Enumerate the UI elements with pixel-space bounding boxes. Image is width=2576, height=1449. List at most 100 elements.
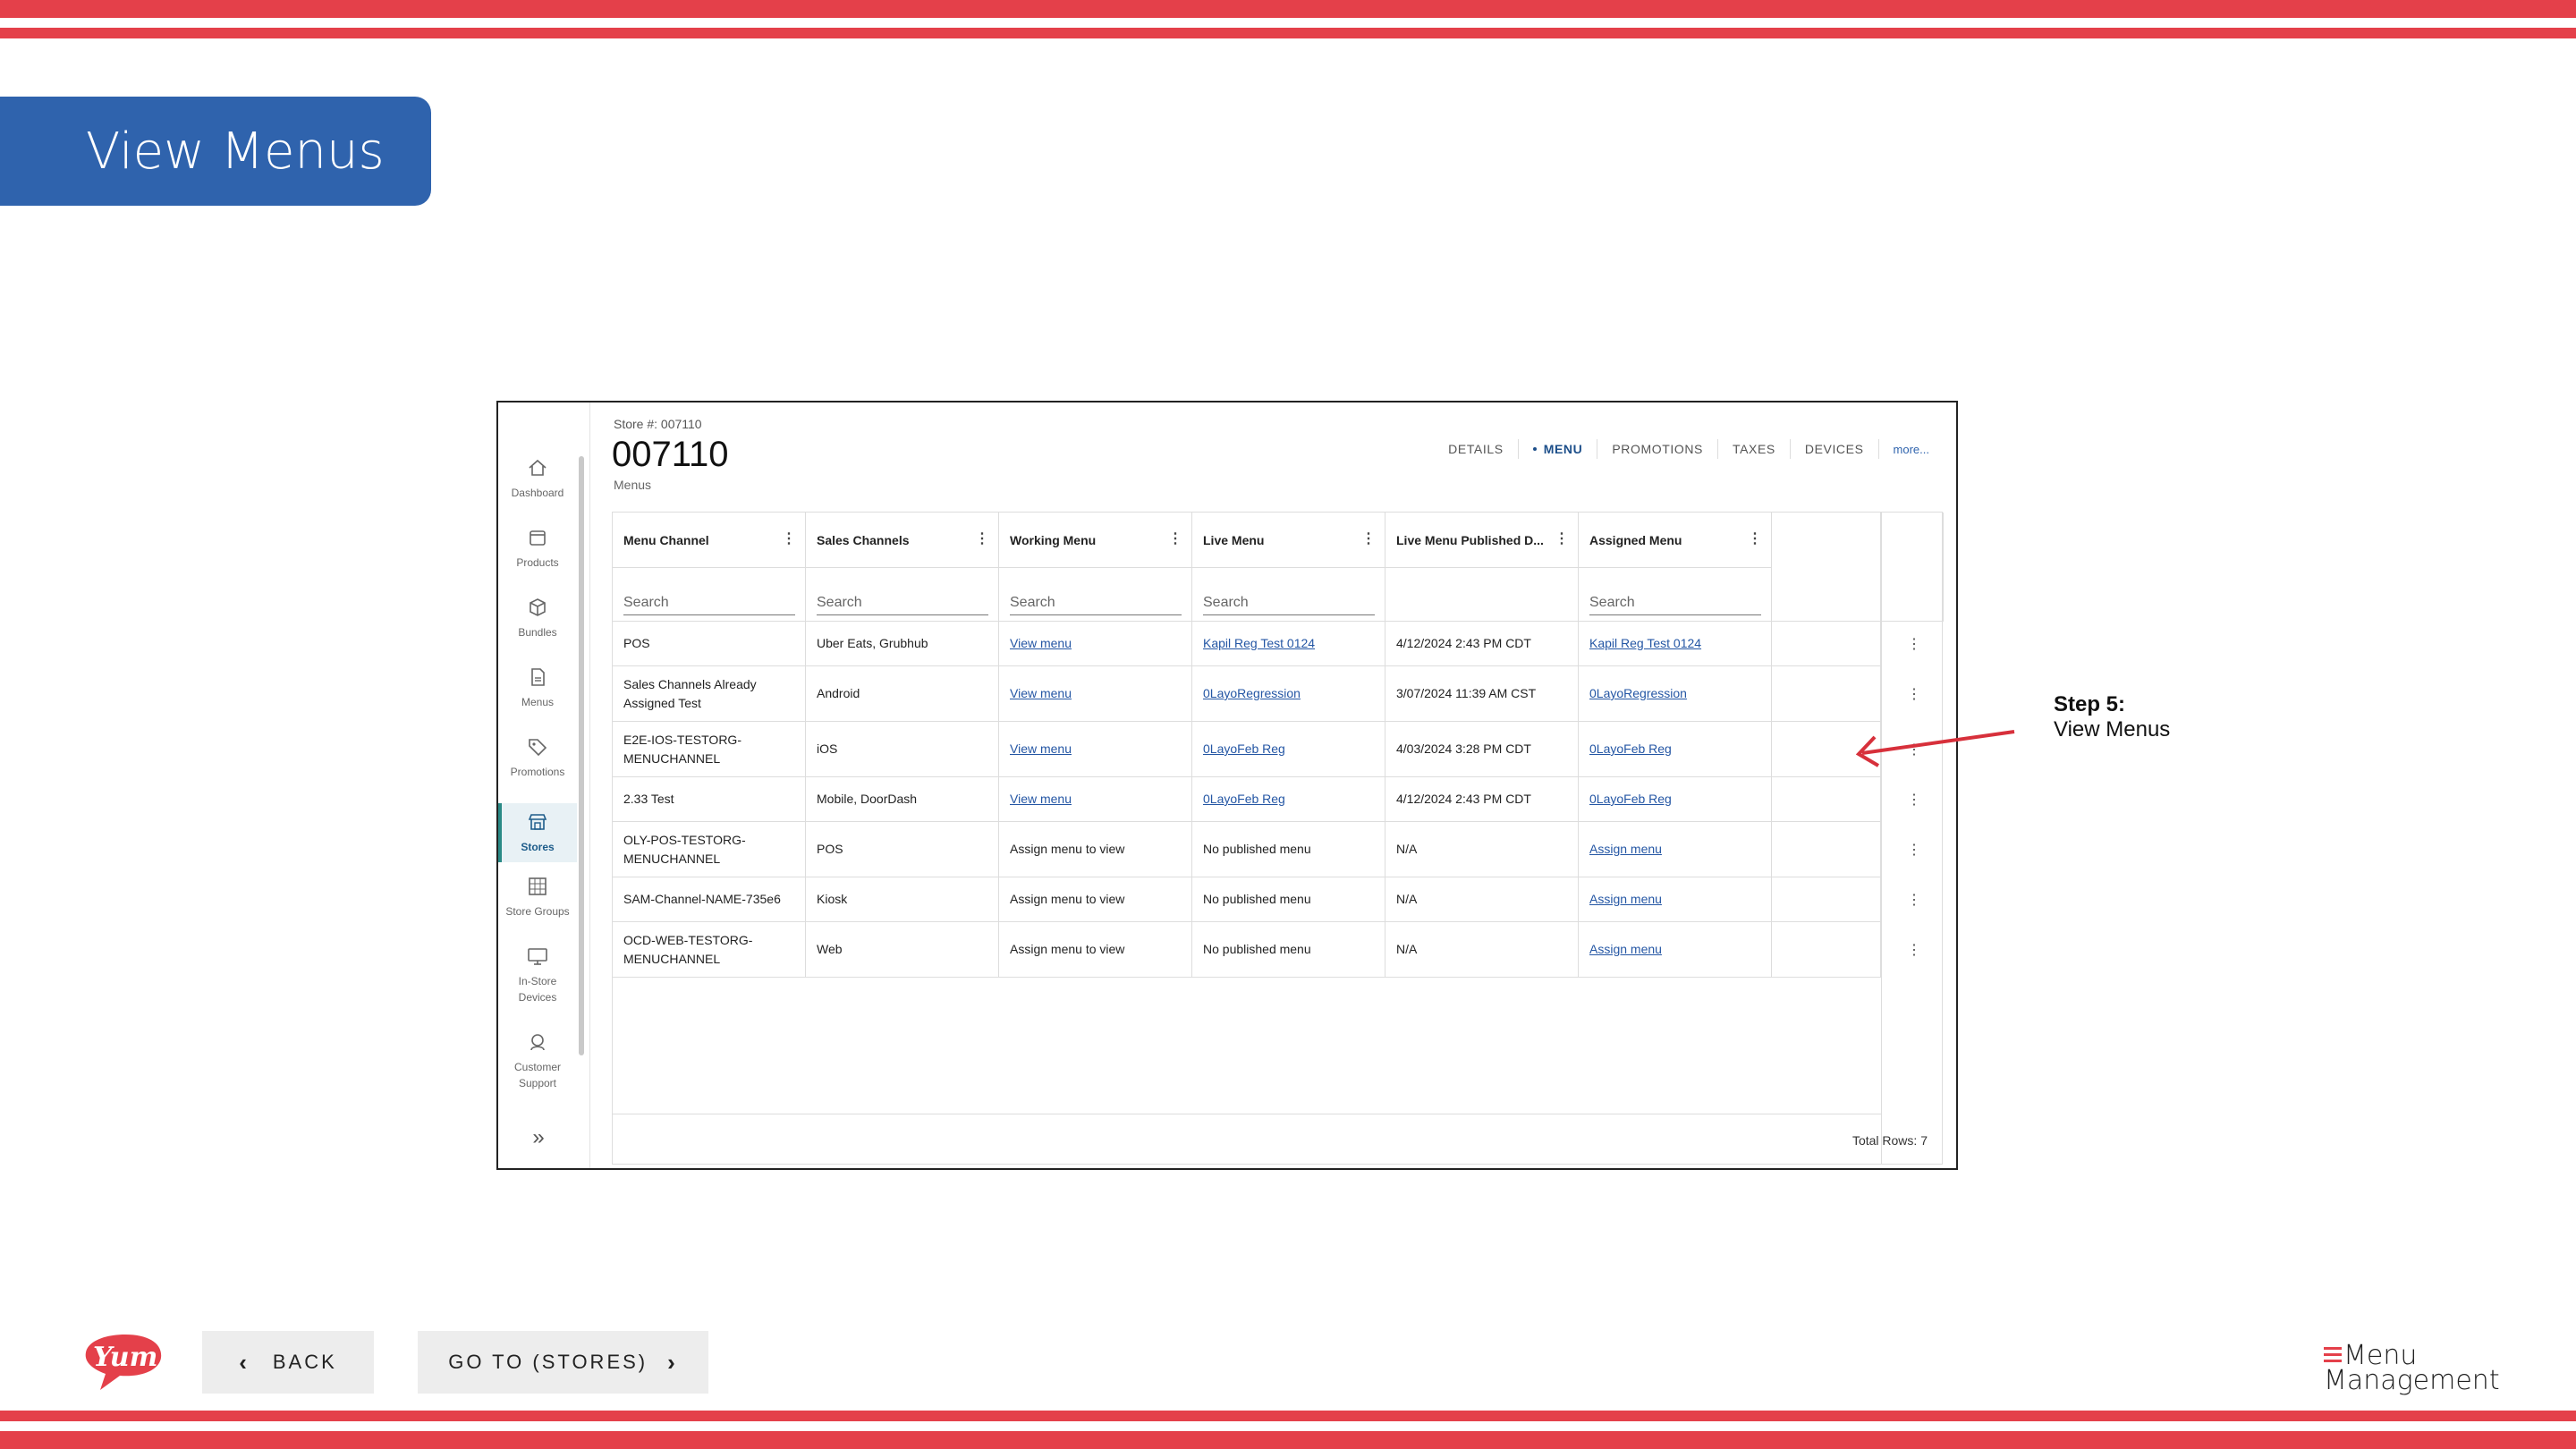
row-actions-icon[interactable]: ⋮ [1905,891,1923,909]
table-link[interactable]: Assign menu [1589,890,1662,909]
search-input-live-menu[interactable]: Search [1203,595,1375,615]
table-cell-working-menu: Assign menu to view [999,877,1192,921]
table-cell-live-menu[interactable]: Kapil Reg Test 0124 [1192,622,1385,665]
table-text: Sales Channels Already Assigned Test [623,676,757,710]
table-cell-assigned-menu[interactable]: 0LayoFeb Reg [1579,722,1772,776]
row-actions-icon[interactable]: ⋮ [1905,635,1923,653]
step-text: View Menus [2054,717,2171,741]
table-cell-live-menu[interactable]: 0LayoFeb Reg [1192,722,1385,776]
table-cell-live-menu[interactable]: 0LayoFeb Reg [1192,777,1385,821]
table-cell-working-menu[interactable]: View menu [999,777,1192,821]
table-link[interactable]: 0LayoFeb Reg [1203,740,1285,758]
table-text: Assign menu to view [1010,842,1125,856]
table-link[interactable]: View menu [1010,740,1072,758]
table-link[interactable]: 0LayoFeb Reg [1203,790,1285,809]
sidebar-item-promotions[interactable]: Promotions [498,735,577,780]
row-actions-icon[interactable]: ⋮ [1905,941,1923,959]
table-text: No published menu [1203,842,1311,856]
table-link[interactable]: View menu [1010,634,1072,653]
tab-details[interactable]: DETAILS [1434,439,1518,459]
table-cell-working-menu[interactable]: View menu [999,666,1192,721]
sidebar-item-menus[interactable]: Menus [498,665,577,710]
search-cell: Search [613,568,806,622]
sidebar-item-label: Promotions [510,766,565,778]
table-cell-live-menu-published-date: N/A [1385,822,1579,877]
table-cell-menu-channel: OCD-WEB-TESTORG-MENUCHANNEL [613,922,806,977]
sidebar-item-stores[interactable]: Stores [498,803,577,862]
tab-devices[interactable]: DEVICES [1789,439,1878,459]
tab-promotions[interactable]: PROMOTIONS [1597,439,1717,459]
column-menu-icon[interactable]: ⋮ [1748,532,1762,547]
table-cell-sales-channels: POS [806,822,999,877]
sidebar-item-in-store-devices[interactable]: In-Store Devices [498,945,577,1005]
column-menu-icon[interactable]: ⋮ [782,532,796,547]
header-spacer [1881,513,1944,622]
document-icon [531,668,545,686]
sidebar-item-customer-support[interactable]: Customer Support [498,1030,577,1091]
table-cell-assigned-menu[interactable]: Kapil Reg Test 0124 [1579,622,1772,665]
table-cell-live-menu[interactable]: 0LayoRegression [1192,666,1385,721]
column-menu-icon[interactable]: ⋮ [1168,532,1182,547]
table-link[interactable]: View menu [1010,684,1072,703]
table-cell-assigned-menu[interactable]: Assign menu [1579,822,1772,877]
search-input-working-menu[interactable]: Search [1010,595,1182,615]
table-link[interactable]: 0LayoFeb Reg [1589,740,1672,758]
column-header-sales-channels[interactable]: Sales Channels ⋮ [806,513,999,568]
row-actions-icon[interactable]: ⋮ [1905,841,1923,859]
tab-taxes[interactable]: TAXES [1716,439,1790,459]
tab-menu[interactable]: MENU [1517,439,1597,459]
table-cell-sales-channels: Web [806,922,999,977]
column-header-live-menu[interactable]: Live Menu ⋮ [1192,513,1385,568]
column-header-assigned-menu[interactable]: Assigned Menu ⋮ [1579,513,1772,568]
go-to-stores-label: GO TO (STORES) [448,1351,648,1373]
sidebar-scrollbar[interactable] [579,456,584,1055]
main-content: Store #: 007110 007110 Menus DETAILS MEN… [590,402,1956,1168]
table-link[interactable]: 0LayoRegression [1589,684,1687,703]
table-cell-live-menu: No published menu [1192,822,1385,877]
column-header-working-menu[interactable]: Working Menu ⋮ [999,513,1192,568]
table-cell-assigned-menu[interactable]: Assign menu [1579,877,1772,921]
sidebar-item-dashboard[interactable]: Dashboard [498,456,577,501]
sidebar-item-label: Menus [521,696,555,708]
table-text: No published menu [1203,892,1311,906]
cube-icon [530,598,546,616]
column-header-live-menu-published-date[interactable]: Live Menu Published D... ⋮ [1385,513,1579,568]
table-cell-assigned-menu[interactable]: 0LayoRegression [1579,666,1772,721]
table-cell-assigned-menu[interactable]: Assign menu [1579,922,1772,977]
table-cell-working-menu[interactable]: View menu [999,722,1192,776]
table-link[interactable]: View menu [1010,790,1072,809]
sidebar-item-label: In-Store [518,975,557,987]
search-input-assigned-menu[interactable]: Search [1589,595,1761,615]
table-cell-working-menu[interactable]: View menu [999,622,1192,665]
top-stripe-1 [0,0,2576,18]
back-button[interactable]: ‹ BACK [202,1331,374,1394]
sidebar-item-bundles[interactable]: Bundles [498,596,577,640]
tab-more[interactable]: more... [1877,439,1944,459]
table-link[interactable]: Assign menu [1589,840,1662,859]
row-actions-icon[interactable]: ⋮ [1905,791,1923,809]
table-link[interactable]: Assign menu [1589,940,1662,959]
column-header-menu-channel[interactable]: Menu Channel ⋮ [613,513,806,568]
column-menu-icon[interactable]: ⋮ [975,532,989,547]
table-link[interactable]: 0LayoFeb Reg [1589,790,1672,809]
table-link[interactable]: Kapil Reg Test 0124 [1589,634,1701,653]
table-cell-assigned-menu[interactable]: 0LayoFeb Reg [1579,777,1772,821]
double-chevron-right-icon[interactable]: » [525,1125,552,1152]
table-link[interactable]: 0LayoRegression [1203,684,1301,703]
sidebar-item-store-groups[interactable]: Store Groups [498,875,577,919]
column-menu-icon[interactable]: ⋮ [1361,532,1376,547]
column-menu-icon[interactable]: ⋮ [1555,532,1569,547]
table-text: POS [817,842,843,856]
search-input-sales-channels[interactable]: Search [817,595,988,615]
go-to-stores-button[interactable]: GO TO (STORES) › [418,1331,708,1394]
tag-icon [529,739,547,757]
sidebar-item-products[interactable]: Products [498,526,577,571]
table-text: 4/03/2024 3:28 PM CDT [1396,741,1531,756]
table-link[interactable]: Kapil Reg Test 0124 [1203,634,1315,653]
sidebar: Dashboard Products Bundles Menus Promotions S… [498,402,590,1168]
row-actions-icon[interactable]: ⋮ [1905,685,1923,703]
search-input-menu-channel[interactable]: Search [623,595,795,615]
sidebar-item-label: Store Groups [505,905,570,918]
table-cell-spacer [1772,622,1881,665]
table-row: Sales Channels Already Assigned Test Andr… [613,666,1881,722]
